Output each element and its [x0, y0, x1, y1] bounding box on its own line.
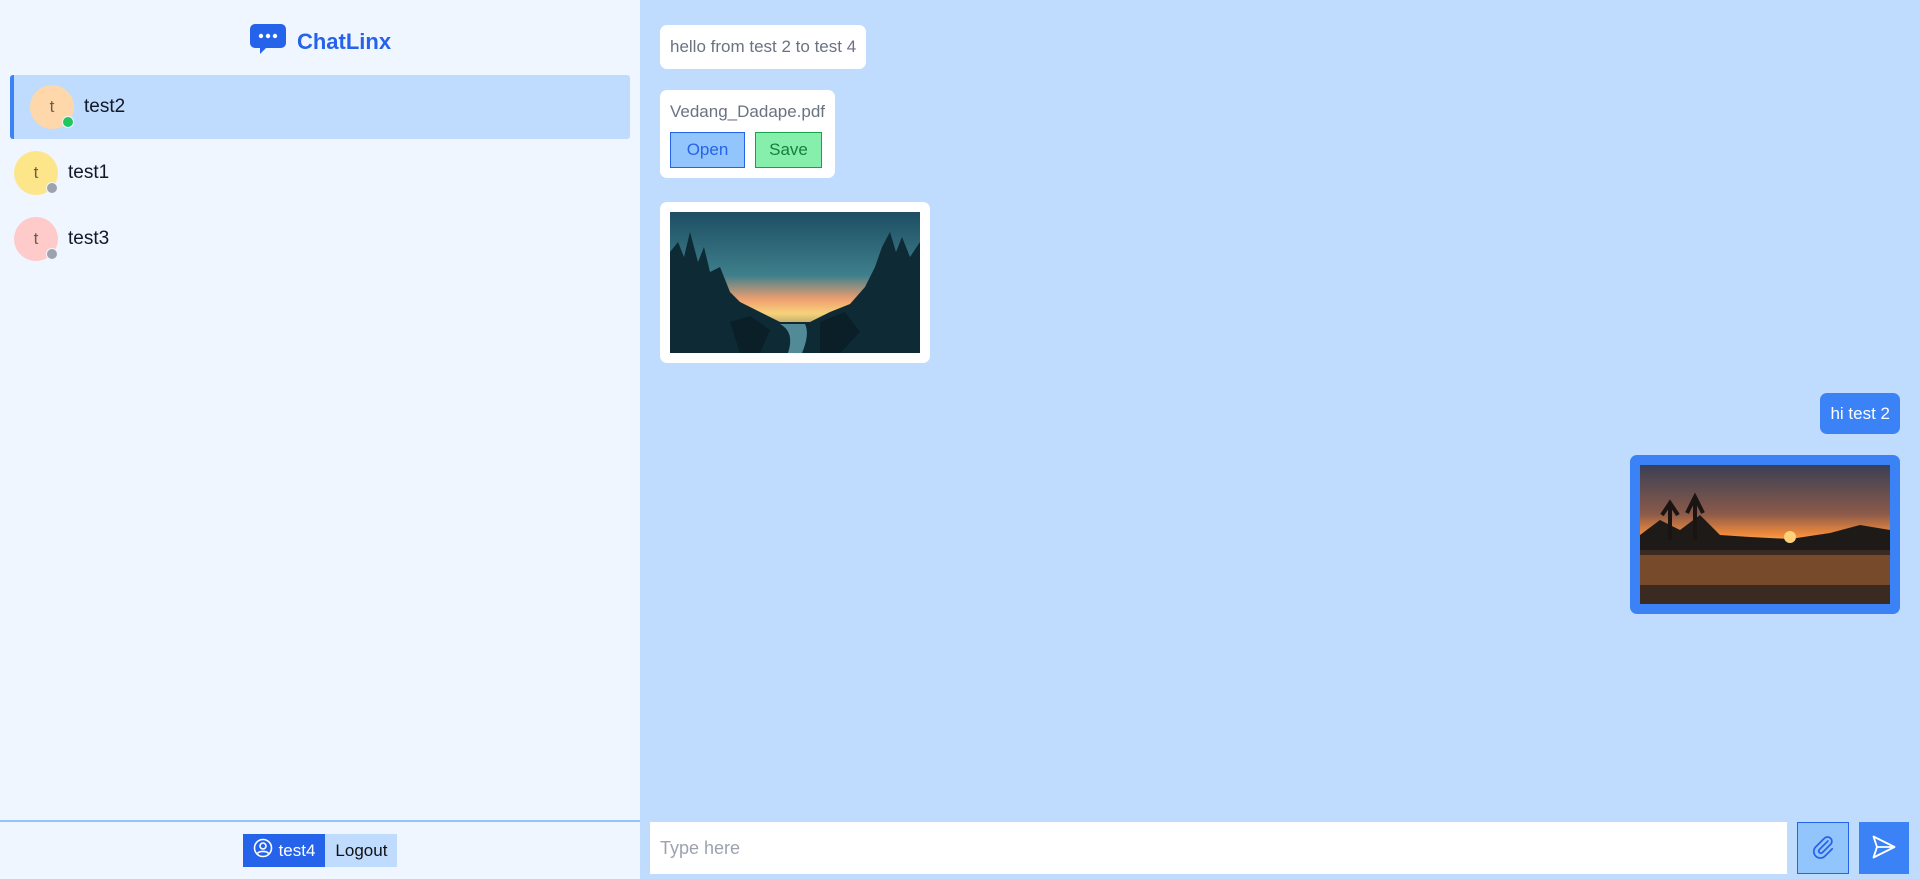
- chat-pane: hello from test 2 to test 4 Vedang_Dadap…: [640, 0, 1920, 879]
- chat-bubble-icon: [249, 22, 287, 61]
- contact-name: test2: [84, 96, 126, 117]
- file-name: Vedang_Dadape.pdf: [670, 102, 826, 121]
- brand: ChatLinx: [0, 22, 640, 61]
- composer: [650, 822, 1912, 874]
- sidebar-footer: test4 Logout: [0, 820, 640, 879]
- incoming-file-message: Vedang_Dadape.pdf Open Save: [660, 90, 836, 178]
- avatar-initial: t: [33, 163, 39, 182]
- incoming-image-message: [660, 202, 930, 363]
- send-button[interactable]: [1859, 822, 1909, 874]
- send-icon: [1870, 833, 1898, 864]
- lake-sunset-image[interactable]: [1640, 465, 1890, 604]
- file-actions: Open Save: [670, 132, 825, 168]
- avatar: t: [30, 85, 74, 129]
- contact-list: t test2 t test1 t test3: [10, 75, 630, 273]
- offline-status-icon: [46, 182, 58, 194]
- offline-status-icon: [46, 248, 58, 260]
- forest-sunset-image[interactable]: [670, 212, 920, 353]
- contact-item-test1[interactable]: t test1: [10, 141, 630, 205]
- avatar: t: [14, 217, 58, 261]
- avatar: t: [14, 151, 58, 195]
- logout-button[interactable]: Logout: [325, 834, 398, 867]
- open-file-button[interactable]: Open: [670, 132, 745, 168]
- contact-item-test3[interactable]: t test3: [10, 207, 630, 271]
- save-file-button[interactable]: Save: [755, 132, 822, 168]
- paperclip-icon: [1810, 834, 1836, 863]
- avatar-initial: t: [49, 97, 55, 116]
- sidebar: ChatLinx t test2 t test1 t test3 test4 L…: [0, 0, 640, 879]
- outgoing-message: hi test 2: [1820, 393, 1900, 434]
- user-circle-icon: [253, 838, 273, 863]
- current-username: test4: [278, 840, 316, 860]
- contact-item-test2[interactable]: t test2: [10, 75, 630, 139]
- online-status-icon: [62, 116, 74, 128]
- attach-button[interactable]: [1797, 822, 1849, 874]
- incoming-message: hello from test 2 to test 4: [660, 25, 867, 69]
- current-user-chip[interactable]: test4: [242, 834, 326, 867]
- app-name: ChatLinx: [296, 28, 392, 54]
- message-input[interactable]: [650, 822, 1787, 874]
- contact-name: test1: [68, 162, 110, 183]
- avatar-initial: t: [33, 229, 39, 248]
- outgoing-image-message: [1630, 455, 1900, 614]
- contact-name: test3: [68, 228, 110, 249]
